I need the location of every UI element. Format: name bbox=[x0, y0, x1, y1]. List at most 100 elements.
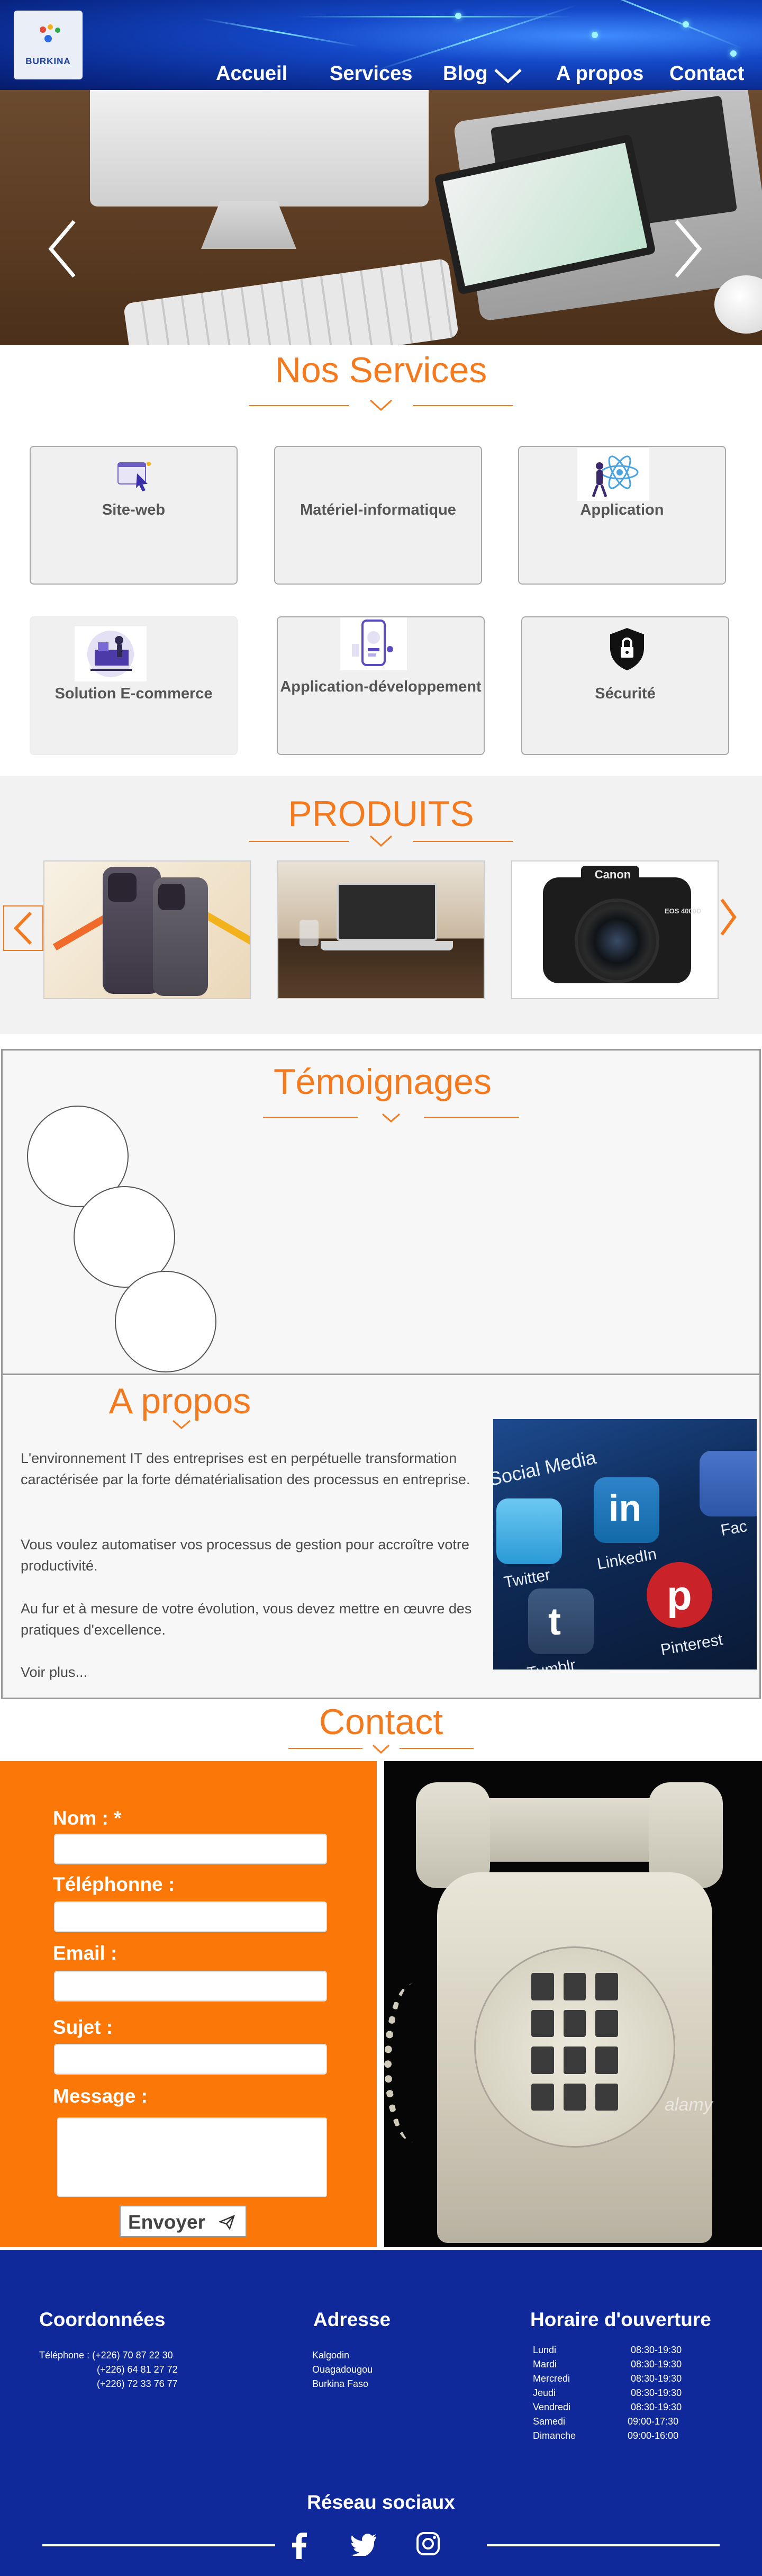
service-card-application[interactable]: Application bbox=[518, 446, 726, 585]
temoignages-section: Témoignages bbox=[1, 1049, 761, 1375]
title-divider bbox=[249, 835, 513, 847]
temoignages-title: Témoignages bbox=[273, 1062, 492, 1102]
glass bbox=[300, 920, 319, 946]
laptop-screen bbox=[337, 883, 437, 941]
circuit-dot bbox=[730, 50, 737, 57]
message-textarea[interactable] bbox=[57, 2117, 327, 2197]
horaire-hours: 08:30-19:30 bbox=[631, 2359, 682, 2369]
linkedin-icon: in bbox=[594, 1477, 659, 1543]
photo-label: LinkedIn bbox=[595, 1545, 658, 1573]
nav-services[interactable]: Services bbox=[330, 62, 412, 85]
service-card-materiel-informatique[interactable]: Matériel-informatique bbox=[274, 446, 482, 585]
send-icon bbox=[219, 2215, 235, 2230]
tumblr-icon: t bbox=[528, 1588, 594, 1654]
service-label: Application-développement bbox=[280, 678, 482, 695]
contact-form: Nom : * Téléphonne : Email : Sujet : Mes… bbox=[0, 1761, 377, 2247]
service-card-application-developpement[interactable]: Application-développement bbox=[277, 616, 485, 755]
product-card-camera[interactable]: Canon EOS 4000D bbox=[511, 860, 719, 999]
chevron-left-icon[interactable] bbox=[47, 217, 78, 281]
circuit-line bbox=[202, 17, 359, 48]
sujet-input[interactable] bbox=[54, 2044, 327, 2075]
key bbox=[531, 2047, 554, 2074]
key bbox=[531, 2083, 554, 2111]
site-header: BURKINA Accueil Services Blog A propos C… bbox=[0, 0, 762, 90]
telephone-input[interactable] bbox=[54, 1901, 327, 1932]
coordonnees-title: Coordonnées bbox=[39, 2309, 166, 2330]
email-input[interactable] bbox=[54, 1971, 327, 2001]
photo-label: Fac bbox=[719, 1517, 749, 1540]
envoyer-label: Envoyer bbox=[128, 2211, 206, 2233]
service-card-site-web[interactable]: Site-web bbox=[30, 446, 238, 585]
key bbox=[595, 1973, 618, 2000]
photo-label: Social Media bbox=[493, 1446, 598, 1490]
product-card-laptop[interactable] bbox=[277, 860, 485, 999]
site-logo[interactable]: BURKINA bbox=[14, 11, 83, 79]
phone-line: Téléphone : (+226) 70 87 22 30 bbox=[39, 2350, 173, 2360]
nav-a-propos[interactable]: A propos bbox=[556, 62, 643, 85]
service-label: Application bbox=[580, 501, 664, 518]
key bbox=[595, 2009, 618, 2037]
horaire-day: Mardi bbox=[533, 2359, 557, 2369]
adresse-line: Burkina Faso bbox=[312, 2378, 369, 2389]
logo-mark bbox=[44, 35, 52, 42]
produits-title: PRODUITS bbox=[288, 794, 474, 834]
photo-label: Pinterest bbox=[659, 1630, 724, 1659]
service-label: Solution E-commerce bbox=[55, 685, 213, 702]
camera-lens bbox=[575, 899, 659, 983]
key bbox=[563, 1973, 586, 2000]
twitter-icon[interactable] bbox=[351, 2534, 377, 2556]
adresse-line: Ouagadougou bbox=[312, 2364, 373, 2375]
horaire-day: Vendredi bbox=[533, 2402, 571, 2412]
voir-plus-link[interactable]: Voir plus... bbox=[21, 1662, 492, 1683]
adresse-line: Kalgodin bbox=[312, 2350, 350, 2360]
phone-line: (+226) 72 33 76 77 bbox=[97, 2378, 178, 2389]
hero-monitor-stand bbox=[201, 201, 296, 249]
phone-cord bbox=[384, 1983, 442, 2142]
chevron-right-icon[interactable] bbox=[672, 217, 704, 281]
horaire-day: Lundi bbox=[533, 2345, 557, 2355]
circuit-dot bbox=[455, 13, 461, 19]
nav-contact[interactable]: Contact bbox=[669, 62, 744, 85]
ecommerce-icon bbox=[75, 626, 147, 681]
laptop-base bbox=[321, 941, 453, 950]
service-label: Sécurité bbox=[595, 685, 656, 702]
logo-text: BURKINA bbox=[25, 56, 71, 66]
service-card-securite[interactable]: Sécurité bbox=[521, 616, 729, 755]
instagram-icon[interactable] bbox=[416, 2532, 440, 2556]
horaire-day: Samedi bbox=[533, 2416, 566, 2427]
camera-brand: Canon bbox=[594, 868, 631, 881]
key bbox=[595, 2047, 618, 2074]
telephone-photo: alamy bbox=[384, 1761, 762, 2247]
nav-blog[interactable]: Blog bbox=[443, 62, 487, 85]
key bbox=[563, 2047, 586, 2074]
horaire-hours: 09:00-17:30 bbox=[628, 2416, 679, 2427]
nav-accueil[interactable]: Accueil bbox=[216, 62, 287, 85]
product-card-iphone[interactable] bbox=[43, 860, 251, 999]
footer-divider bbox=[487, 2544, 720, 2546]
circuit-dot bbox=[592, 32, 598, 38]
chevron-down-icon[interactable] bbox=[493, 68, 523, 84]
twitter-icon bbox=[496, 1498, 562, 1564]
contact-title: Contact bbox=[319, 1702, 443, 1742]
envoyer-button[interactable]: Envoyer bbox=[120, 2205, 247, 2237]
keypad bbox=[531, 1973, 618, 2111]
a-propos-title: A propos bbox=[108, 1381, 251, 1421]
testimonial-avatar[interactable] bbox=[115, 1271, 216, 1372]
horaire-day: Jeudi bbox=[533, 2387, 556, 2398]
produits-section: PRODUITS Canon EOS 4000D bbox=[0, 776, 762, 1034]
key bbox=[563, 2083, 586, 2111]
nom-input[interactable] bbox=[54, 1834, 327, 1864]
site-footer: Coordonnées Téléphone : (+226) 70 87 22 … bbox=[0, 2250, 762, 2576]
title-divider bbox=[288, 1744, 474, 1754]
chevron-left-icon[interactable] bbox=[3, 905, 43, 951]
chevron-right-icon[interactable] bbox=[718, 896, 739, 938]
mobile-app-icon bbox=[340, 617, 407, 670]
service-card-e-commerce[interactable]: Solution E-commerce bbox=[30, 616, 238, 755]
horaire-hours: 08:30-19:30 bbox=[631, 2373, 682, 2384]
facebook-icon bbox=[700, 1451, 757, 1516]
key bbox=[595, 2083, 618, 2111]
horaire-hours: 08:30-19:30 bbox=[631, 2387, 682, 2398]
circuit-line bbox=[557, 0, 745, 50]
hero-keyboard bbox=[123, 258, 459, 345]
facebook-icon[interactable] bbox=[290, 2533, 308, 2559]
